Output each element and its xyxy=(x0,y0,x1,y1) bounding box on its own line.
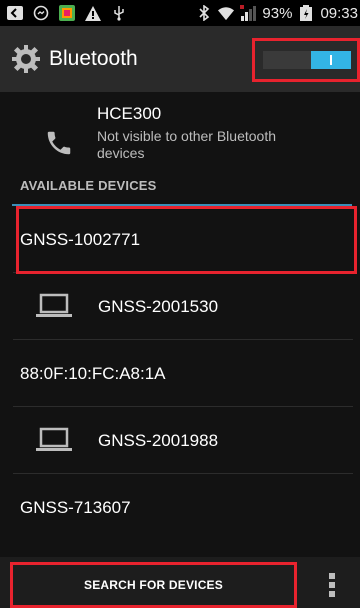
self-device-item[interactable]: HCE300 Not visible to other Bluetooth de… xyxy=(0,92,360,172)
bottom-bar: SEARCH FOR DEVICES xyxy=(0,557,360,608)
highlight-box xyxy=(16,206,357,274)
battery-icon xyxy=(298,5,314,21)
device-label: GNSS-2001530 xyxy=(98,297,219,316)
signal-icon xyxy=(240,5,257,21)
wifi-icon xyxy=(218,5,235,21)
toggle-thumb xyxy=(311,51,351,69)
bluetooth-icon xyxy=(196,5,212,21)
more-vert-icon[interactable] xyxy=(312,565,352,605)
bluetooth-toggle[interactable] xyxy=(252,38,360,82)
section-title-available-devices: AVAILABLE DEVICES xyxy=(20,178,157,193)
phone-icon xyxy=(44,128,74,158)
laptop-icon xyxy=(36,427,72,453)
notification-icon xyxy=(7,5,23,21)
device-item[interactable]: 88:0F:10:FC:A8:1A xyxy=(0,340,360,407)
usb-icon xyxy=(111,5,127,21)
gear-bluetooth-icon xyxy=(11,44,41,74)
clock: 09:33 xyxy=(320,4,358,22)
device-label: GNSS-713607 xyxy=(20,498,131,517)
messenger-icon xyxy=(33,5,49,21)
device-list-panel: HCE300 Not visible to other Bluetooth de… xyxy=(0,92,360,557)
page-title: Bluetooth xyxy=(49,47,138,70)
status-bar: 93% 09:33 xyxy=(0,0,360,26)
warning-icon xyxy=(85,5,101,21)
search-for-devices-button[interactable]: SEARCH FOR DEVICES xyxy=(10,562,297,608)
app-icon xyxy=(59,5,75,21)
device-label: GNSS-2001988 xyxy=(98,431,219,450)
status-icons-right: 93% 09:33 xyxy=(196,5,360,22)
battery-percent: 93% xyxy=(262,4,293,22)
self-device-name: HCE300 xyxy=(97,104,162,123)
device-item[interactable]: GNSS-2001988 xyxy=(0,407,360,474)
status-icons-left xyxy=(0,5,127,21)
laptop-icon xyxy=(36,293,72,319)
device-label: 88:0F:10:FC:A8:1A xyxy=(20,364,166,383)
app-bar: Bluetooth xyxy=(0,26,360,92)
self-device-visibility: Not visible to other Bluetooth devices xyxy=(97,128,276,161)
device-item[interactable]: GNSS-2001530 xyxy=(0,273,360,340)
toggle-track xyxy=(263,51,351,69)
device-item[interactable]: GNSS-713607 xyxy=(0,474,360,541)
